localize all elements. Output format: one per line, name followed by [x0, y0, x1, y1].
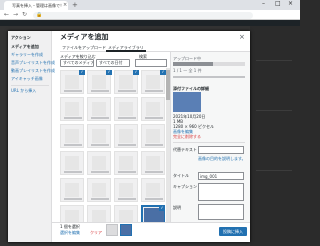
- url-field[interactable]: [33, 12, 253, 19]
- forward-icon[interactable]: →: [13, 10, 18, 20]
- attachment-details-title: 添付ファイルの詳細: [173, 86, 209, 91]
- title-input[interactable]: img_001: [198, 172, 244, 180]
- menu-item-url-insert[interactable]: URL から挿入: [11, 88, 36, 93]
- attachment-preview: [173, 92, 201, 112]
- back-icon[interactable]: ←: [4, 10, 9, 20]
- type-filter-select[interactable]: すべてのメディア: [60, 59, 94, 67]
- attachment-thumb[interactable]: [114, 124, 138, 148]
- attachment-thumb[interactable]: ✓: [87, 70, 112, 94]
- attachment-thumb[interactable]: [60, 151, 84, 175]
- selected-count: 1 個を選択: [60, 224, 80, 229]
- attachment-thumb[interactable]: [141, 97, 165, 121]
- caption-label: キャプション: [173, 184, 197, 189]
- maximize-icon[interactable]: □: [275, 0, 281, 8]
- selection-thumb[interactable]: [106, 224, 118, 236]
- modal-title: メディアを追加: [60, 33, 109, 41]
- menu-item-video-playlist[interactable]: 動画プレイリストを作成: [11, 68, 55, 73]
- attachment-thumb[interactable]: [87, 97, 111, 121]
- alt-text-help-link[interactable]: 画像の目的を説明します。: [198, 156, 246, 161]
- menu-item-add-media[interactable]: メディアを追加: [11, 44, 39, 49]
- attachment-thumb[interactable]: [60, 178, 84, 202]
- menu-separator: [11, 85, 49, 86]
- menu-item-gallery[interactable]: ギャラリーを作成: [11, 52, 43, 57]
- date-filter-select[interactable]: すべての日付: [96, 59, 130, 67]
- attachment-thumb[interactable]: ✓: [60, 70, 85, 94]
- menu-title: アクション: [11, 35, 31, 40]
- divider: [256, 170, 292, 171]
- description-label: 説明: [173, 205, 181, 210]
- caption-input[interactable]: [198, 183, 244, 201]
- attachment-thumb[interactable]: [87, 151, 111, 175]
- menu-item-audio-playlist[interactable]: 音声プレイリストを作成: [11, 60, 55, 65]
- title-label: タイトル: [173, 173, 189, 178]
- alt-text-input[interactable]: [198, 146, 244, 154]
- tab-close-icon[interactable]: ×: [63, 2, 67, 8]
- clear-selection-link[interactable]: クリア: [90, 230, 102, 235]
- upload-status-label: アップロード中: [173, 56, 201, 61]
- attachment-thumb[interactable]: [60, 124, 84, 148]
- attachments-grid: ✓ ✓ ✓ ✓ ✓: [60, 70, 166, 230]
- insert-into-post-button[interactable]: 投稿に挿入: [219, 227, 247, 236]
- attachment-thumb[interactable]: ✓: [141, 70, 166, 94]
- divider: [173, 142, 245, 143]
- lock-icon: 🔒: [36, 12, 43, 18]
- delete-permanently-link[interactable]: 完全に削除する: [173, 134, 201, 139]
- new-tab-icon[interactable]: +: [72, 1, 78, 9]
- window-close-icon[interactable]: ×: [288, 0, 293, 8]
- divider: [173, 76, 245, 78]
- selection-thumb[interactable]: [120, 224, 132, 236]
- alt-text-label: 代替テキスト: [173, 147, 197, 152]
- attachment-thumb[interactable]: [141, 151, 165, 175]
- divider: [256, 60, 292, 61]
- attachment-thumb[interactable]: [114, 151, 138, 175]
- editor-background: [250, 26, 300, 246]
- attachment-thumb[interactable]: ✓: [114, 70, 139, 94]
- attachment-thumb[interactable]: [141, 124, 165, 148]
- menu-item-featured-image[interactable]: アイキャッチ画像: [11, 76, 43, 81]
- search-input[interactable]: [135, 59, 167, 67]
- attachment-thumb[interactable]: [87, 124, 111, 148]
- divider: [256, 110, 292, 111]
- edit-selection-link[interactable]: 選択を編集: [60, 230, 80, 235]
- attachment-thumb[interactable]: [60, 97, 84, 121]
- minimize-icon[interactable]: –: [262, 0, 265, 8]
- attachment-thumb[interactable]: [87, 178, 111, 202]
- close-icon[interactable]: ×: [239, 33, 245, 42]
- browser-tab-title: 写真を挿入・管理は画像で！ ブ…: [12, 3, 62, 8]
- attachment-thumb[interactable]: [114, 97, 138, 121]
- description-input[interactable]: [198, 204, 244, 220]
- reload-icon[interactable]: ↻: [22, 10, 27, 20]
- attachment-thumb[interactable]: [114, 178, 138, 202]
- attachment-thumb[interactable]: [141, 178, 165, 202]
- upload-count: 1 / 1 — 全 1 件: [173, 68, 202, 73]
- active-tab-indicator: [106, 50, 146, 52]
- upload-progress-fill: [173, 62, 213, 66]
